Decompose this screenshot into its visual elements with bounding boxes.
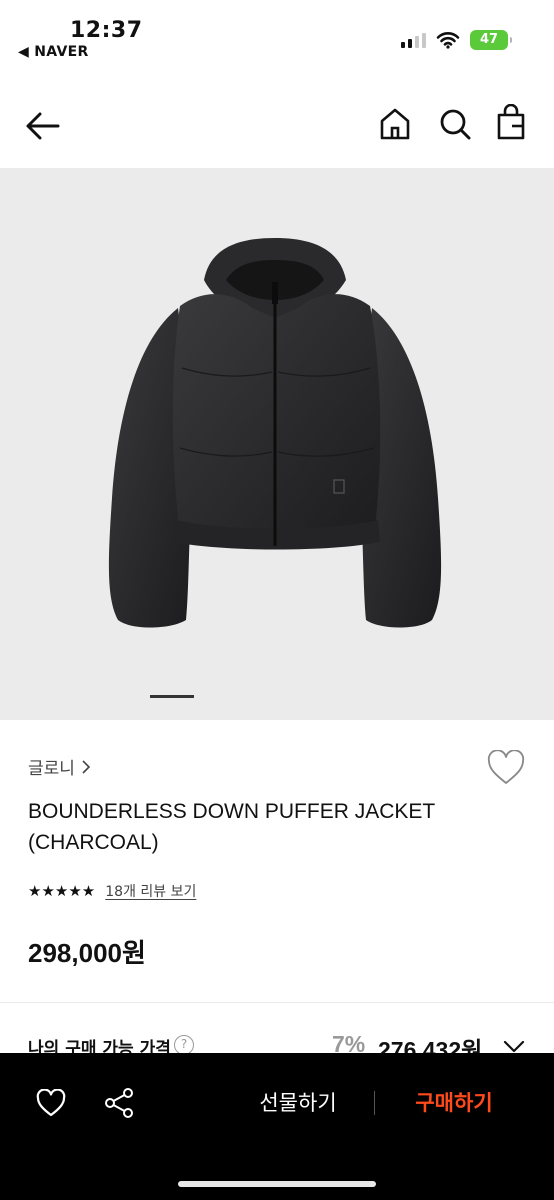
buy-button[interactable]: 구매하기 <box>394 1083 514 1123</box>
divider <box>0 1002 554 1003</box>
back-to-app-link[interactable]: ◀ NAVER <box>18 44 89 60</box>
wifi-icon <box>436 32 460 49</box>
heart-icon[interactable] <box>486 750 526 786</box>
carousel-indicator[interactable] <box>150 695 194 698</box>
divider <box>374 1091 375 1115</box>
status-icons: 47 <box>401 30 512 50</box>
status-time: 12:37 <box>70 18 143 43</box>
back-arrow-icon[interactable] <box>22 106 62 146</box>
top-navigation <box>0 96 554 156</box>
help-icon[interactable]: ? <box>174 1035 194 1055</box>
cellular-signal-icon <box>401 32 426 48</box>
product-image[interactable] <box>0 168 554 720</box>
rating-row: ★★★★★ 18개 리뷰 보기 <box>28 881 196 901</box>
shopping-bag-icon[interactable] <box>494 104 528 142</box>
rating-stars: ★★★★★ <box>28 882 96 900</box>
product-title: BOUNDERLESS DOWN PUFFER JACKET (CHARCOAL… <box>28 800 435 854</box>
brand-link[interactable]: 글로니 <box>28 754 91 779</box>
home-icon[interactable] <box>378 106 412 142</box>
search-icon[interactable] <box>438 106 472 142</box>
review-link[interactable]: 18개 리뷰 보기 <box>105 881 196 901</box>
battery-icon: 47 <box>470 30 512 50</box>
status-bar: 12:37 ◀ NAVER 47 <box>0 0 554 70</box>
chevron-right-icon <box>82 759 91 774</box>
home-indicator <box>178 1181 376 1187</box>
share-icon[interactable] <box>104 1087 134 1119</box>
heart-icon[interactable] <box>36 1089 66 1117</box>
product-price: 298,000원 <box>28 938 146 968</box>
jacket-image <box>108 238 442 628</box>
bottom-action-bar: 선물하기 구매하기 <box>0 1053 554 1200</box>
brand-name: 글로니 <box>28 759 75 779</box>
gift-button[interactable]: 선물하기 <box>238 1083 358 1123</box>
